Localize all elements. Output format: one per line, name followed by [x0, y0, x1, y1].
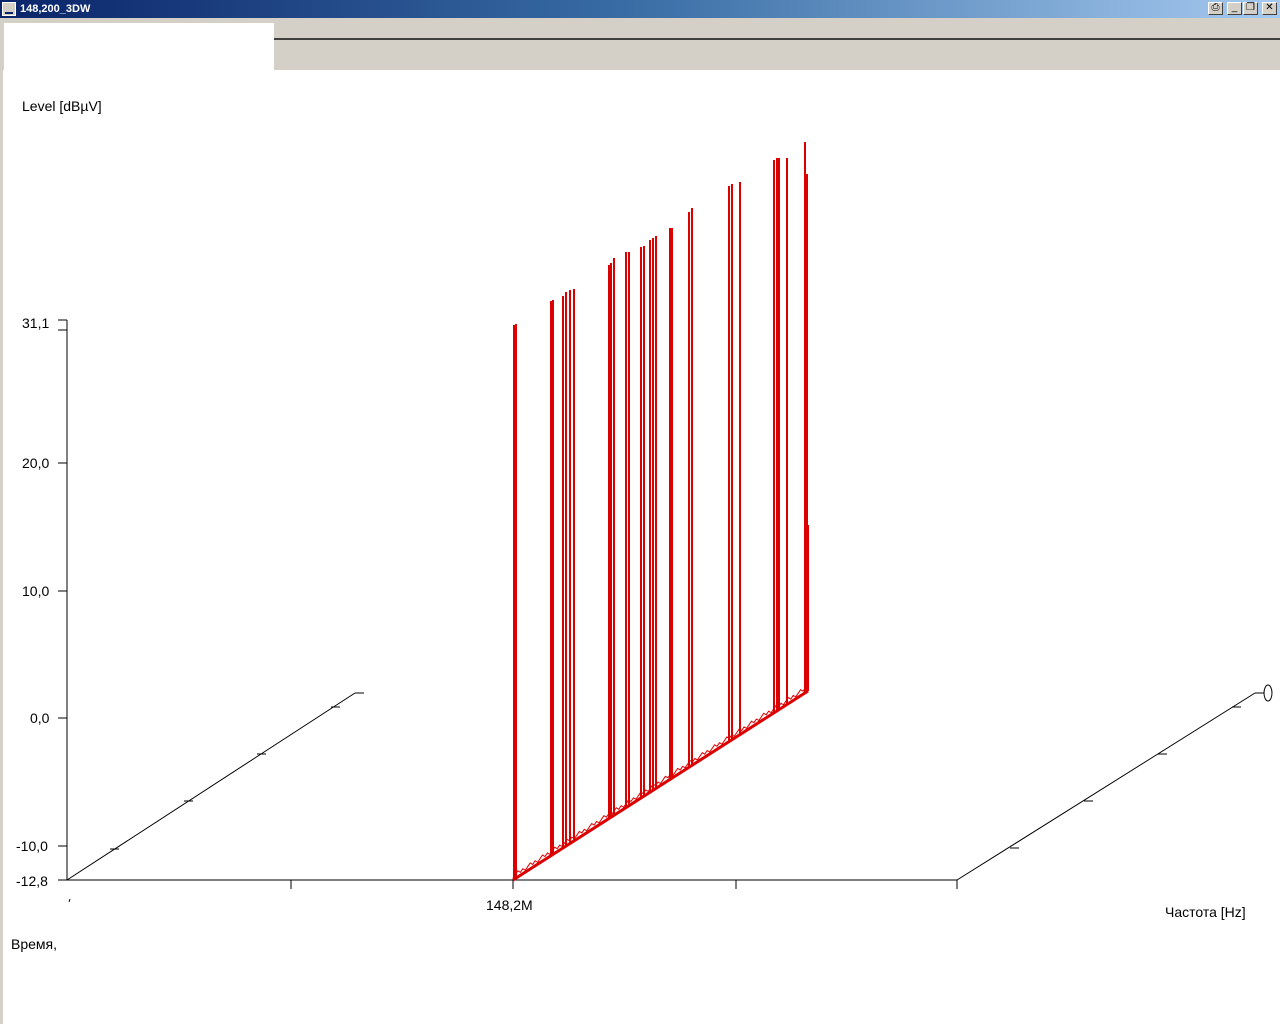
print-button[interactable]: ⎙	[1208, 2, 1223, 15]
z-tick-label: -10,0	[16, 838, 48, 854]
time-axis-label: Время,	[11, 936, 57, 952]
x-axis-label: Частота [Hz]	[1165, 904, 1246, 920]
time-axis-left	[66, 692, 364, 881]
app-icon[interactable]	[2, 2, 16, 16]
z-tick-label: 31,1	[22, 315, 49, 331]
x-tick-label: 148,2M	[486, 897, 533, 913]
z-tick-label: 20,0	[22, 455, 49, 471]
spectrum-3d-plot[interactable]: Level [dBµV] Частота [Hz] Время, 31,1 20…	[3, 70, 1277, 976]
z-tick-label: 10,0	[22, 583, 49, 599]
toolbar-separator	[274, 38, 1280, 40]
title-bar: 148,200_3DW ⎙ _ ❐ ✕	[0, 0, 1280, 18]
toolbar-strip	[0, 18, 1280, 70]
spectrum-trace	[512, 142, 809, 882]
spectrum-line	[512, 689, 809, 882]
z-axis-label: Level [dBµV]	[22, 98, 102, 114]
z-tick-label: 0,0	[30, 710, 50, 726]
restore-button[interactable]: ❐	[1243, 2, 1258, 15]
minimize-button[interactable]: _	[1227, 2, 1242, 15]
window-title: 148,200_3DW	[20, 3, 91, 15]
close-button[interactable]: ✕	[1262, 2, 1277, 15]
time-axis-right	[956, 684, 1273, 881]
z-tick-label: -12,8	[16, 873, 48, 889]
spectrum-noise	[512, 686, 809, 879]
z-axis	[58, 319, 68, 881]
active-tab[interactable]	[4, 23, 274, 70]
